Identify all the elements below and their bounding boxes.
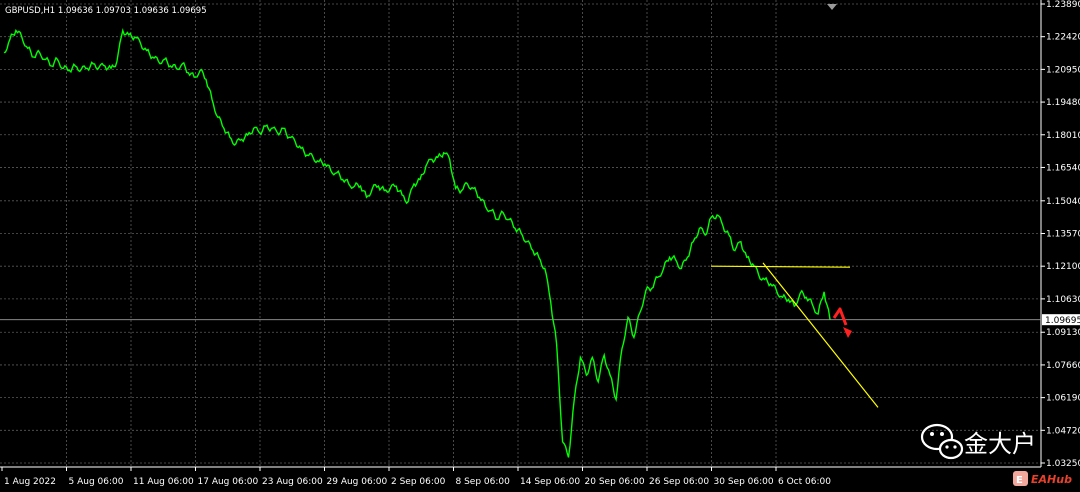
x-tick-label: 5 Aug 06:00: [69, 477, 124, 487]
y-tick-label: 1.13570: [1046, 230, 1080, 240]
y-tick-label: 1.03250: [1046, 459, 1080, 469]
x-tick-label: 26 Sep 06:00: [649, 477, 709, 487]
y-tick-label: 1.23890: [1046, 0, 1080, 10]
x-tick-label: 2 Sep 06:00: [391, 477, 446, 487]
x-tick-label: 30 Sep 06:00: [714, 477, 774, 487]
y-tick-label: 1.10630: [1046, 295, 1080, 305]
x-tick-label: 14 Sep 06:00: [520, 477, 580, 487]
current-price-text: 1.09695: [1045, 316, 1080, 326]
y-tick-label: 1.12100: [1046, 262, 1080, 272]
eahub-logo-text: EAHub: [1031, 473, 1072, 486]
y-tick-label: 1.07660: [1046, 361, 1080, 371]
y-tick-label: 1.22420: [1046, 33, 1080, 43]
x-tick-label: 1 Aug 2022: [4, 477, 56, 487]
symbol-info: GBPUSD,H1 1.09636 1.09703 1.09636 1.0969…: [5, 6, 207, 16]
x-tick-label: 23 Aug 06:00: [262, 477, 323, 487]
x-tick-label: 11 Aug 06:00: [133, 477, 194, 487]
y-tick-label: 1.04720: [1046, 426, 1080, 436]
x-tick-label: 6 Oct 06:00: [778, 477, 831, 487]
y-tick-label: 1.19480: [1046, 98, 1080, 108]
y-tick-label: 1.09130: [1046, 328, 1080, 338]
y-tick-label: 1.15040: [1046, 197, 1080, 207]
svg-text:E: E: [1016, 475, 1023, 486]
price-chart[interactable]: 1.23890 1.22420 1.20950 1.19480 1.18010 1.165…: [0, 0, 1080, 492]
watermark-name: 金大户: [964, 430, 1036, 458]
current-price-label: 1.09695: [1042, 314, 1080, 326]
y-tick-label: 1.06190: [1046, 394, 1080, 404]
y-tick-label: 1.18010: [1046, 131, 1080, 141]
x-tick-label: 29 Aug 06:00: [327, 477, 388, 487]
x-tick-label: 8 Sep 06:00: [456, 477, 511, 487]
y-axis: 1.23890 1.22420 1.20950 1.19480 1.18010 1.165…: [1041, 0, 1080, 469]
y-tick-label: 1.20950: [1046, 65, 1080, 75]
chart-background: [0, 0, 1080, 492]
x-tick-label: 20 Sep 06:00: [585, 477, 645, 487]
x-tick-label: 17 Aug 06:00: [198, 477, 259, 487]
y-tick-label: 1.16540: [1046, 163, 1080, 173]
eahub-logo-icon: E: [1013, 471, 1028, 486]
